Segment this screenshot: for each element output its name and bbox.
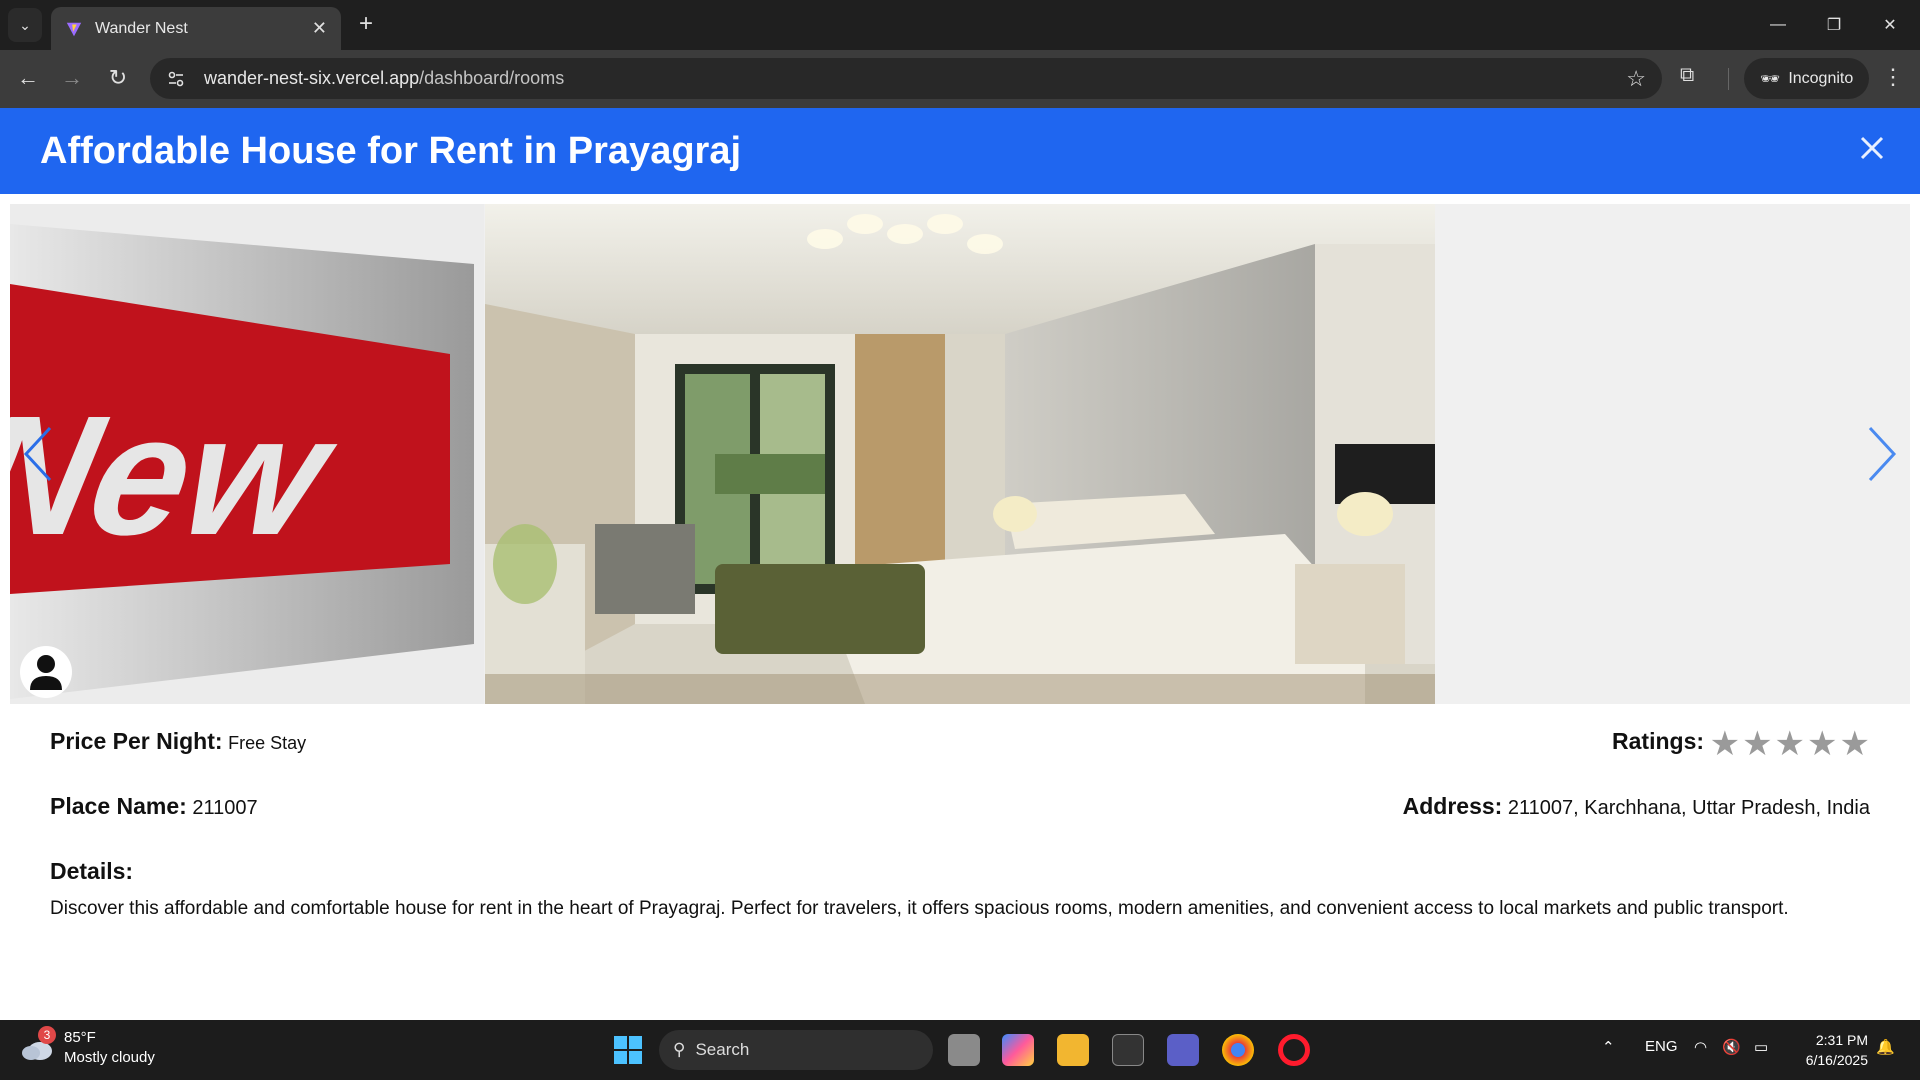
restore-button[interactable]: ❐ [1806,0,1862,50]
taskbar-search[interactable]: ⚲ Search [659,1030,933,1070]
task-view-icon[interactable] [948,1034,980,1066]
ratings-label: Ratings: [1612,728,1705,754]
incognito-icon: 🕶 [1760,70,1781,88]
details-heading-row: Details: [50,858,1870,885]
close-window-button[interactable]: ✕ [1862,0,1918,50]
clock[interactable]: 2:31 PM 6/16/2025 [1806,1030,1868,1070]
extensions-icon[interactable]: ⧉ [1680,64,1694,87]
host-avatar[interactable] [20,646,72,698]
chrome-icon[interactable] [1222,1034,1254,1066]
tab-title: Wander Nest [95,19,188,37]
bookmark-star-icon[interactable]: ☆ [1626,66,1646,92]
modal-header: Affordable House for Rent in Prayagraj [0,108,1920,194]
file-explorer-icon[interactable] [1057,1034,1089,1066]
star-icon[interactable]: ★ [1775,727,1805,761]
battery-icon[interactable]: ▭ [1754,1038,1768,1056]
place-field: Place Name: 211007 [50,793,258,820]
windows-taskbar: 3 85°F Mostly cloudy ⚲ Search ⌃ ENG ◠ 🔇 … [0,1020,1920,1080]
windows-start-icon[interactable] [612,1034,644,1066]
search-icon: ⚲ [673,1040,686,1059]
browser-tab[interactable]: Wander Nest ✕ [51,7,341,50]
teams-icon[interactable] [1167,1034,1199,1066]
rating-stars[interactable]: ★ ★ ★ ★ ★ [1710,727,1870,761]
url-text: wander-nest-six.vercel.app/dashboard/roo… [204,68,565,88]
details-label: Details: [50,858,134,884]
star-icon[interactable]: ★ [1807,727,1837,761]
back-button[interactable]: ← [12,62,44,94]
vite-logo-icon [66,22,82,36]
tab-search-button[interactable]: ⌄ [8,8,42,42]
address-value: 211007, Karchhana, Uttar Pradesh, India [1507,797,1870,819]
browser-tab-bar: ⌄ Wander Nest ✕ + — ❐ ✕ [0,0,1920,50]
bedroom-photo [485,204,1435,704]
carousel-next-arrow[interactable] [1860,424,1900,484]
new-sign-image: New [10,204,484,704]
details-description: Discover this affordable and comfortable… [50,898,1789,919]
star-icon[interactable]: ★ [1710,727,1740,761]
opera-icon[interactable] [1278,1034,1310,1066]
notion-icon[interactable] [1112,1034,1144,1066]
user-icon [30,655,62,690]
weather-badge: 3 [38,1026,56,1044]
place-value: 211007 [192,797,258,819]
site-info-icon[interactable] [162,65,190,93]
new-tab-button[interactable]: + [352,10,380,38]
image-carousel: New [10,204,1910,704]
price-label: Price Per Night: [50,728,223,754]
price-value: Free Stay [228,733,307,753]
browser-menu-icon[interactable]: ⋮ [1882,64,1904,90]
address-field: Address: 211007, Karchhana, Uttar Prades… [1403,793,1870,820]
place-label: Place Name: [50,793,187,819]
carousel-prev-arrow[interactable] [20,424,60,484]
forward-button[interactable]: → [56,62,88,94]
star-icon[interactable]: ★ [1742,727,1772,761]
tab-close-icon[interactable]: ✕ [312,18,327,39]
toolbar-divider [1728,68,1729,90]
address-label: Address: [1402,793,1503,819]
address-bar[interactable]: wander-nest-six.vercel.app/dashboard/roo… [150,58,1662,99]
language-indicator[interactable]: ENG [1645,1038,1678,1055]
reload-button[interactable]: ↻ [102,62,134,94]
weather-desc: Mostly cloudy [64,1049,155,1066]
copilot-icon[interactable] [1002,1034,1034,1066]
minimize-button[interactable]: — [1750,0,1806,50]
incognito-indicator[interactable]: 🕶 Incognito [1744,58,1870,99]
tray-overflow-icon[interactable]: ⌃ [1602,1038,1615,1056]
price-ratings-row: Price Per Night: Free Stay Ratings: ★ ★ ★ ★… [50,727,1870,761]
close-icon[interactable] [1856,132,1888,164]
wifi-icon[interactable]: ◠ [1694,1038,1707,1056]
star-icon[interactable]: ★ [1840,727,1870,761]
weather-widget[interactable]: 3 85°F Mostly cloudy [20,1026,155,1068]
modal-title: Affordable House for Rent in Prayagraj [40,129,742,172]
notification-bell-icon[interactable]: 🔔 [1876,1038,1895,1056]
new-sign-text: New [10,381,351,571]
price-field: Price Per Night: Free Stay [50,728,306,755]
place-address-row: Place Name: 211007 Address: 211007, Karc… [50,793,1870,820]
ratings-field: Ratings: ★ ★ ★ ★ ★ [1612,727,1870,761]
weather-temp: 85°F [64,1029,96,1046]
volume-muted-icon[interactable]: 🔇 [1722,1038,1741,1056]
